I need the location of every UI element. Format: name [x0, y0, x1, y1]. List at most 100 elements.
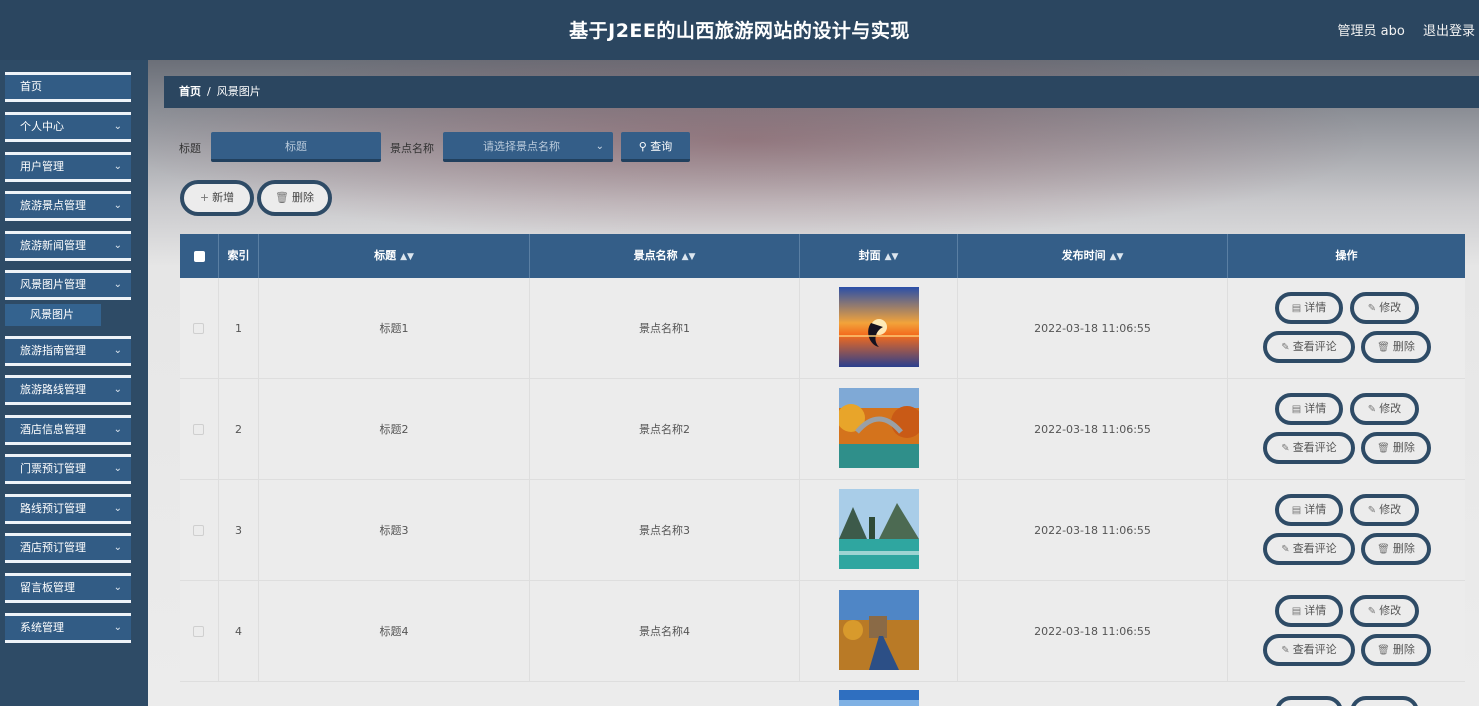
- row-actions-cell: [1228, 379, 1465, 480]
- edit-button-label: 修改: [1379, 301, 1402, 314]
- sidebar-item-label: 旅游新闻管理: [20, 239, 86, 252]
- row-title: 标题1: [259, 278, 530, 379]
- row-spot: 景点名称1: [530, 278, 800, 379]
- query-button[interactable]: ⚲ 查询: [621, 132, 690, 162]
- sidebar-item-label: 风景图片管理: [20, 278, 86, 291]
- row-checkbox[interactable]: [193, 525, 204, 536]
- column-label: 景点名称: [633, 249, 678, 262]
- sort-icon[interactable]: ▲▼: [1110, 252, 1124, 262]
- row-checkbox[interactable]: [193, 626, 204, 637]
- sidebar-item-scenery[interactable]: 风景图片管理 ⌄: [5, 270, 131, 300]
- sidebar-item-label: 门票预订管理: [20, 462, 86, 475]
- edit-button[interactable]: ✎ 修改: [1350, 494, 1419, 526]
- view-comments-label: 查看评论: [1292, 643, 1337, 656]
- edit-button[interactable]: ✎ 修改: [1350, 595, 1419, 627]
- spot-select[interactable]: 请选择景点名称 ⌄: [443, 132, 613, 162]
- row-checkbox[interactable]: [193, 323, 204, 334]
- chevron-down-icon: ⌄: [113, 200, 122, 211]
- select-all-checkbox[interactable]: [194, 251, 205, 262]
- row-actions-cell: [1228, 278, 1465, 379]
- sort-icon[interactable]: ▲▼: [885, 252, 899, 262]
- detail-button-label: 详情: [1304, 301, 1327, 314]
- add-button[interactable]: + 新增: [180, 180, 254, 216]
- edit-button[interactable]: ✎ 修改: [1350, 292, 1419, 324]
- sidebar-item-routes[interactable]: 旅游路线管理 ⌄: [5, 375, 131, 405]
- breadcrumb-home[interactable]: 首页: [179, 85, 201, 98]
- sidebar-item-home[interactable]: 首页: [5, 72, 131, 102]
- row-index: 2: [219, 379, 259, 480]
- table-row: 1 标题1 景点名称1 2022-03-18 11:06:55 ▤ 详情 ✎ 修改 …: [180, 278, 1465, 379]
- row-title: 标题3: [259, 480, 530, 581]
- row-delete-button[interactable]: 🗑 删除: [1361, 331, 1431, 363]
- bulk-delete-label: 删除: [291, 191, 314, 204]
- column-label: 标题: [374, 249, 397, 262]
- row-publish-time: 2022-03-18 11:06:55: [958, 581, 1228, 682]
- sidebar-item-guides[interactable]: 旅游指南管理 ⌄: [5, 336, 131, 366]
- sidebar-item-users[interactable]: 用户管理 ⌄: [5, 152, 131, 182]
- chevron-down-icon: ⌄: [113, 582, 122, 593]
- table-row: 3 标题3 景点名称3 2022-03-18 11:06:55 ▤ 详情 ✎ 修改 …: [180, 480, 1465, 581]
- column-index: 索引: [219, 234, 259, 278]
- detail-button[interactable]: [1275, 696, 1343, 706]
- sidebar-item-news[interactable]: 旅游新闻管理 ⌄: [5, 231, 131, 261]
- cover-image: [839, 590, 919, 670]
- site-title: 基于J2EE的山西旅游网站的设计与实现: [569, 20, 910, 42]
- row-delete-button[interactable]: 🗑 删除: [1361, 634, 1431, 666]
- chevron-down-icon: ⌄: [113, 622, 122, 633]
- view-comments-button[interactable]: ✎ 查看评论: [1263, 533, 1355, 565]
- sidebar-item-route-bookings[interactable]: 路线预订管理 ⌄: [5, 494, 131, 524]
- title-search-input[interactable]: 标题: [211, 132, 381, 162]
- detail-button[interactable]: ▤ 详情: [1275, 494, 1343, 526]
- sidebar-item-hotels[interactable]: 酒店信息管理 ⌄: [5, 415, 131, 445]
- pencil-icon: ✎: [1367, 404, 1377, 415]
- detail-button[interactable]: ▤ 详情: [1275, 595, 1343, 627]
- pencil-icon: ✎: [1281, 342, 1290, 353]
- top-header: 基于J2EE的山西旅游网站的设计与实现 管理员 abo 退出登录: [0, 0, 1479, 60]
- chevron-down-icon: ⌄: [113, 424, 122, 435]
- sidebar-item-attractions[interactable]: 旅游景点管理 ⌄: [5, 191, 131, 221]
- sidebar-item-label: 酒店预订管理: [20, 541, 86, 554]
- sidebar-item-ticket-bookings[interactable]: 门票预订管理 ⌄: [5, 454, 131, 484]
- row-select-cell: [180, 581, 219, 682]
- view-comments-button[interactable]: ✎ 查看评论: [1263, 634, 1355, 666]
- view-comments-button[interactable]: ✎ 查看评论: [1263, 432, 1355, 464]
- row-delete-label: 删除: [1392, 542, 1415, 555]
- detail-button[interactable]: ▤ 详情: [1275, 393, 1343, 425]
- pencil-icon: ✎: [1367, 606, 1377, 617]
- detail-button[interactable]: ▤ 详情: [1275, 292, 1343, 324]
- logout-link[interactable]: 退出登录: [1423, 24, 1475, 39]
- sidebar-item-personal-center[interactable]: 个人中心 ⌄: [5, 112, 131, 142]
- row-select-cell: [180, 278, 219, 379]
- row-delete-button[interactable]: 🗑 删除: [1361, 432, 1431, 464]
- detail-button-label: 详情: [1304, 503, 1327, 516]
- pencil-icon: ✎: [1281, 645, 1290, 656]
- title-filter-label: 标题: [179, 142, 201, 155]
- sidebar-item-message-board[interactable]: 留言板管理 ⌄: [5, 573, 131, 603]
- trash-icon: 🗑: [1377, 443, 1390, 454]
- cover-image: [839, 388, 919, 468]
- search-icon: ⚲: [638, 140, 647, 153]
- bulk-delete-button[interactable]: 🗑 删除: [257, 180, 332, 216]
- sidebar-item-hotel-bookings[interactable]: 酒店预订管理 ⌄: [5, 533, 131, 563]
- column-spot[interactable]: 景点名称 ▲▼: [530, 234, 800, 278]
- sort-icon[interactable]: ▲▼: [682, 252, 696, 262]
- pencil-icon: ✎: [1281, 544, 1290, 555]
- row-delete-label: 删除: [1392, 340, 1415, 353]
- edit-button[interactable]: ✎ 修改: [1350, 393, 1419, 425]
- sort-icon[interactable]: ▲▼: [400, 252, 414, 262]
- chevron-down-icon: ⌄: [113, 542, 122, 553]
- row-checkbox[interactable]: [193, 424, 204, 435]
- row-delete-button[interactable]: 🗑 删除: [1361, 533, 1431, 565]
- sidebar-subitem-scenery[interactable]: 风景图片: [5, 304, 101, 326]
- document-icon: ▤: [1291, 303, 1302, 314]
- row-spot: 景点名称2: [530, 379, 800, 480]
- column-publish-time[interactable]: 发布时间 ▲▼: [958, 234, 1228, 278]
- document-icon: ▤: [1291, 606, 1302, 617]
- edit-button[interactable]: [1350, 696, 1419, 706]
- column-cover[interactable]: 封面 ▲▼: [800, 234, 958, 278]
- row-actions-cell: [1228, 581, 1465, 682]
- row-spot: 景点名称4: [530, 581, 800, 682]
- sidebar-item-system[interactable]: 系统管理 ⌄: [5, 613, 131, 643]
- view-comments-button[interactable]: ✎ 查看评论: [1263, 331, 1355, 363]
- column-title[interactable]: 标题 ▲▼: [259, 234, 530, 278]
